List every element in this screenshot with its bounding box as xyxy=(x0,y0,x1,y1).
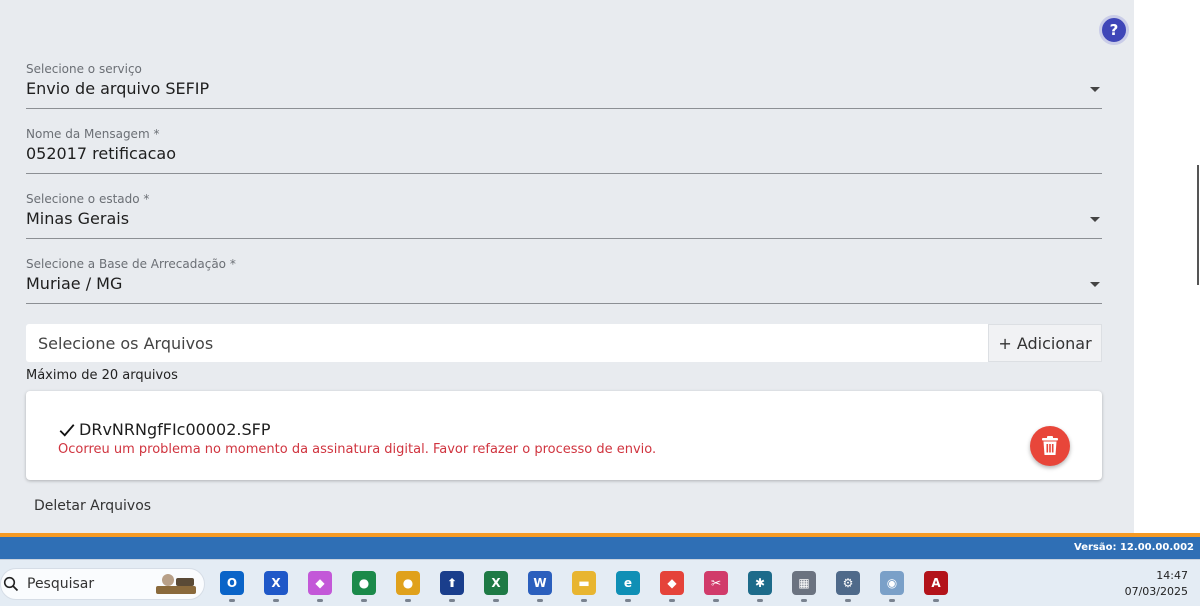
running-indicator xyxy=(669,599,675,602)
search-icon xyxy=(3,576,19,592)
upload-icon[interactable]: ⬆ xyxy=(440,571,464,595)
chevron-down-icon xyxy=(1090,282,1100,287)
message-name-label: Nome da Mensagem * xyxy=(26,127,160,141)
calculator-icon[interactable]: ▦ xyxy=(792,571,816,595)
excel-icon[interactable]: X xyxy=(484,571,508,595)
outlook-icon[interactable]: O xyxy=(220,571,244,595)
check-icon xyxy=(59,423,75,437)
state-label: Selecione o estado * xyxy=(26,192,150,206)
running-indicator xyxy=(317,599,323,602)
max-files-note: Máximo de 20 arquivos xyxy=(26,368,178,383)
contacts-icon[interactable]: ● xyxy=(352,571,376,595)
running-indicator xyxy=(845,599,851,602)
search-label: Pesquisar xyxy=(27,576,95,592)
message-name-value: 052017 retificacao xyxy=(26,144,177,163)
taskbar: Pesquisar O X ◆ ● ● ⬆ X W ▬ e ◆ ✂ ✱ ▦ ⚙ ◉ A 14:47 07/03/… xyxy=(0,559,1200,606)
trash-icon xyxy=(1042,436,1058,455)
base-select[interactable]: Selecione a Base de Arrecadação * Muriae… xyxy=(26,257,1102,304)
help-button[interactable]: ? xyxy=(1099,15,1129,45)
file-name: DRvNRNgfFIc00002.SFP xyxy=(79,420,271,439)
system-clock[interactable]: 14:47 07/03/2025 xyxy=(1125,568,1188,600)
service-value: Envio de arquivo SEFIP xyxy=(26,79,210,98)
scrollbar[interactable] xyxy=(1197,165,1199,285)
service-select[interactable]: Selecione o serviço Envio de arquivo SEF… xyxy=(26,62,1102,109)
delete-files-button[interactable]: Deletar Arquivos xyxy=(34,498,151,514)
edge-icon[interactable]: e xyxy=(616,571,640,595)
running-indicator xyxy=(229,599,235,602)
butterfly-app-icon[interactable]: ✱ xyxy=(748,571,772,595)
state-select[interactable]: Selecione o estado * Minas Gerais xyxy=(26,192,1102,239)
app-content: ? Selecione o serviço Envio de arquivo S… xyxy=(0,0,1134,533)
running-indicator xyxy=(713,599,719,602)
version-text: Versão: 12.00.00.002 xyxy=(1074,542,1194,553)
running-indicator xyxy=(581,599,587,602)
anydesk-icon[interactable]: ◆ xyxy=(660,571,684,595)
chevron-down-icon xyxy=(1090,217,1100,222)
base-label: Selecione a Base de Arrecadação * xyxy=(26,257,236,271)
taskbar-search[interactable]: Pesquisar xyxy=(0,568,205,600)
add-file-button[interactable]: + Adicionar xyxy=(988,324,1102,362)
word-icon[interactable]: W xyxy=(528,571,552,595)
delete-file-button[interactable] xyxy=(1030,426,1070,466)
clock-time: 14:47 xyxy=(1156,569,1188,582)
right-blank-pane xyxy=(1134,0,1200,533)
acrobat-icon[interactable]: A xyxy=(924,571,948,595)
chrome-icon[interactable]: ● xyxy=(396,571,420,595)
base-value: Muriae / MG xyxy=(26,274,123,293)
file-list-item: DRvNRNgfFIc00002.SFP Ocorreu um problema… xyxy=(26,391,1102,480)
running-indicator xyxy=(625,599,631,602)
running-indicator xyxy=(537,599,543,602)
search-highlight-icon xyxy=(156,574,196,594)
running-indicator xyxy=(449,599,455,602)
file-explorer-icon[interactable]: ▬ xyxy=(572,571,596,595)
status-bar: Versão: 12.00.00.002 xyxy=(0,537,1200,559)
copilot-icon[interactable]: ◆ xyxy=(308,571,332,595)
help-icon: ? xyxy=(1109,21,1119,39)
globe-app-icon[interactable]: ◉ xyxy=(880,571,904,595)
running-indicator xyxy=(273,599,279,602)
state-value: Minas Gerais xyxy=(26,209,130,228)
running-indicator xyxy=(801,599,807,602)
running-indicator xyxy=(493,599,499,602)
message-name-field[interactable]: Nome da Mensagem * 052017 retificacao xyxy=(26,127,1102,174)
file-select-input[interactable]: Selecione os Arquivos xyxy=(26,324,988,362)
settings-icon[interactable]: ⚙ xyxy=(836,571,860,595)
clock-date: 07/03/2025 xyxy=(1124,585,1188,598)
snipping-tool-icon[interactable]: ✂ xyxy=(704,571,728,595)
running-indicator xyxy=(933,599,939,602)
running-indicator xyxy=(361,599,367,602)
file-picker: Selecione os Arquivos + Adicionar xyxy=(26,324,1102,362)
app-x-icon[interactable]: X xyxy=(264,571,288,595)
running-indicator xyxy=(889,599,895,602)
running-indicator xyxy=(757,599,763,602)
file-name-row: DRvNRNgfFIc00002.SFP xyxy=(58,420,270,439)
chevron-down-icon xyxy=(1090,87,1100,92)
service-label: Selecione o serviço xyxy=(26,62,142,76)
file-error-message: Ocorreu um problema no momento da assina… xyxy=(58,442,657,457)
running-indicator xyxy=(405,599,411,602)
